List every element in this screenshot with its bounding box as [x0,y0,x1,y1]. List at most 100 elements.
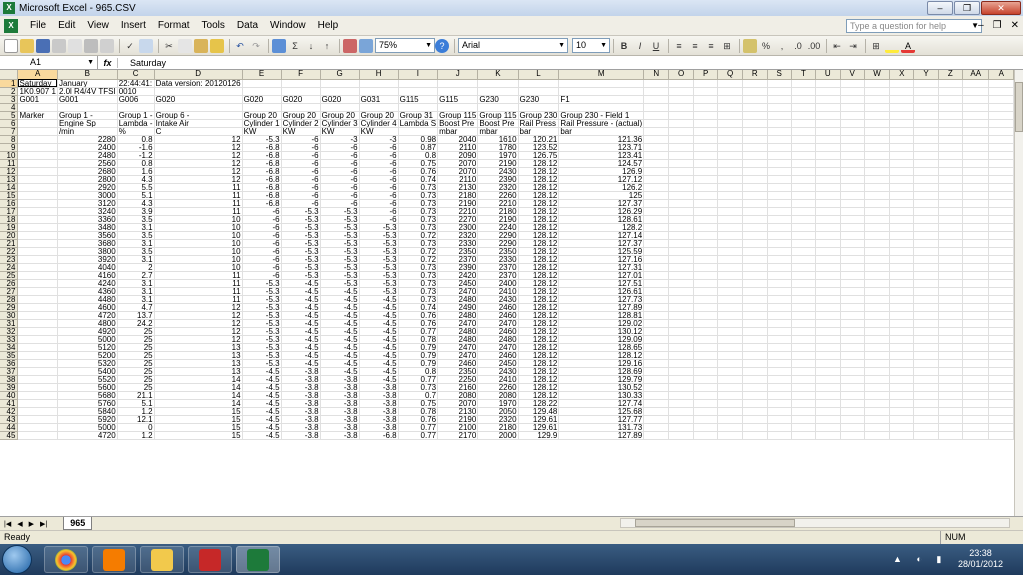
cell[interactable] [320,103,360,112]
increase-indent-icon[interactable]: ⇥ [846,39,860,53]
cell[interactable] [717,255,744,264]
cell[interactable] [864,303,891,312]
row-header[interactable]: 17 [0,207,19,216]
cell[interactable] [840,151,865,160]
cell[interactable] [913,279,939,288]
cell[interactable] [767,359,792,368]
cell[interactable] [913,191,939,200]
column-header[interactable]: Z [938,70,963,80]
excel-doc-icon[interactable]: X [4,18,18,33]
cell[interactable] [742,359,768,368]
chart-wizard-icon[interactable] [343,38,357,53]
cell[interactable] [643,407,670,416]
cell[interactable] [693,399,719,408]
cell[interactable] [889,79,915,88]
cell[interactable]: 2330 [477,255,519,264]
row-header[interactable]: 20 [0,231,19,240]
cell[interactable]: -6 [242,207,282,216]
cell[interactable] [668,127,694,136]
cell[interactable]: -3.8 [281,423,321,432]
cell[interactable] [938,359,963,368]
cell[interactable] [320,79,360,88]
cell[interactable]: 125.59 [558,247,645,256]
cell[interactable] [791,303,817,312]
cell[interactable]: 128.12 [518,263,560,272]
row-header[interactable]: 36 [0,359,19,368]
cell[interactable]: Group 115 [477,111,519,120]
cell[interactable]: Group 230 [518,111,560,120]
cell[interactable] [913,239,939,248]
cell[interactable] [791,375,817,384]
permission-icon[interactable] [52,38,66,53]
row-header[interactable]: 18 [0,215,19,224]
cell[interactable] [643,319,670,328]
cell[interactable] [840,135,865,144]
cell[interactable] [717,175,744,184]
cell[interactable] [889,159,915,168]
cell[interactable] [938,119,963,128]
cell[interactable] [668,263,694,272]
cell[interactable]: 131.73 [558,423,645,432]
cell[interactable]: Intake Air [154,119,243,128]
cell[interactable]: -3.8 [320,431,360,440]
cell[interactable]: 128.65 [558,343,645,352]
cell[interactable]: 2190 [437,199,479,208]
cell[interactable] [840,159,865,168]
cell[interactable] [742,287,768,296]
cell[interactable]: 2430 [477,367,519,376]
cell[interactable] [791,215,817,224]
cell[interactable]: Boost Pre [437,119,479,128]
cell[interactable]: 129.61 [518,415,560,424]
cell[interactable]: 128.22 [518,399,560,408]
cell[interactable]: 2680 [57,167,118,176]
cell[interactable]: 123.41 [558,151,645,160]
cell[interactable]: bar [518,127,560,136]
cell[interactable] [988,311,1014,320]
cell[interactable] [864,343,891,352]
cell[interactable] [281,103,321,112]
cell[interactable]: 128.12 [518,183,560,192]
cell[interactable] [643,167,670,176]
cell[interactable]: -3.8 [281,383,321,392]
cell[interactable] [913,287,939,296]
cell[interactable]: 128.12 [518,319,560,328]
cell[interactable] [17,199,58,208]
zoom-dropdown[interactable]: 75% ▼ [375,38,435,53]
cell[interactable]: -5.3 [281,231,321,240]
cell[interactable]: -6 [281,151,321,160]
cell[interactable]: -3.8 [281,415,321,424]
cell[interactable] [962,119,990,128]
cell[interactable] [643,271,670,280]
cell[interactable]: -4.5 [281,311,321,320]
cell[interactable] [889,343,915,352]
cell[interactable] [913,391,939,400]
cell[interactable] [742,111,768,120]
cell[interactable] [668,279,694,288]
cell[interactable] [643,151,670,160]
cell[interactable]: -6 [320,175,360,184]
cell[interactable] [864,159,891,168]
cell[interactable]: Cylinder 1 [242,119,282,128]
menu-format[interactable]: Format [152,20,196,31]
cell[interactable]: 127.73 [558,295,645,304]
cell[interactable] [840,351,865,360]
cell[interactable]: 4.3 [117,175,155,184]
cell[interactable] [791,247,817,256]
cell[interactable]: -5.3 [359,271,399,280]
cell[interactable] [742,79,768,88]
cell[interactable] [988,159,1014,168]
row-header[interactable]: 24 [0,263,19,272]
cell[interactable] [840,191,865,200]
horizontal-scrollbar[interactable] [620,518,1010,528]
cell[interactable] [988,367,1014,376]
cell[interactable]: 0.73 [398,183,439,192]
cell[interactable]: -3.8 [359,391,399,400]
column-header[interactable]: O [668,70,694,80]
cell[interactable] [840,311,865,320]
cell[interactable] [938,295,963,304]
cell[interactable] [717,431,744,440]
column-header[interactable]: A [988,70,1014,80]
column-header[interactable]: Q [717,70,744,80]
cell[interactable] [693,271,719,280]
select-all-corner[interactable] [0,70,19,80]
